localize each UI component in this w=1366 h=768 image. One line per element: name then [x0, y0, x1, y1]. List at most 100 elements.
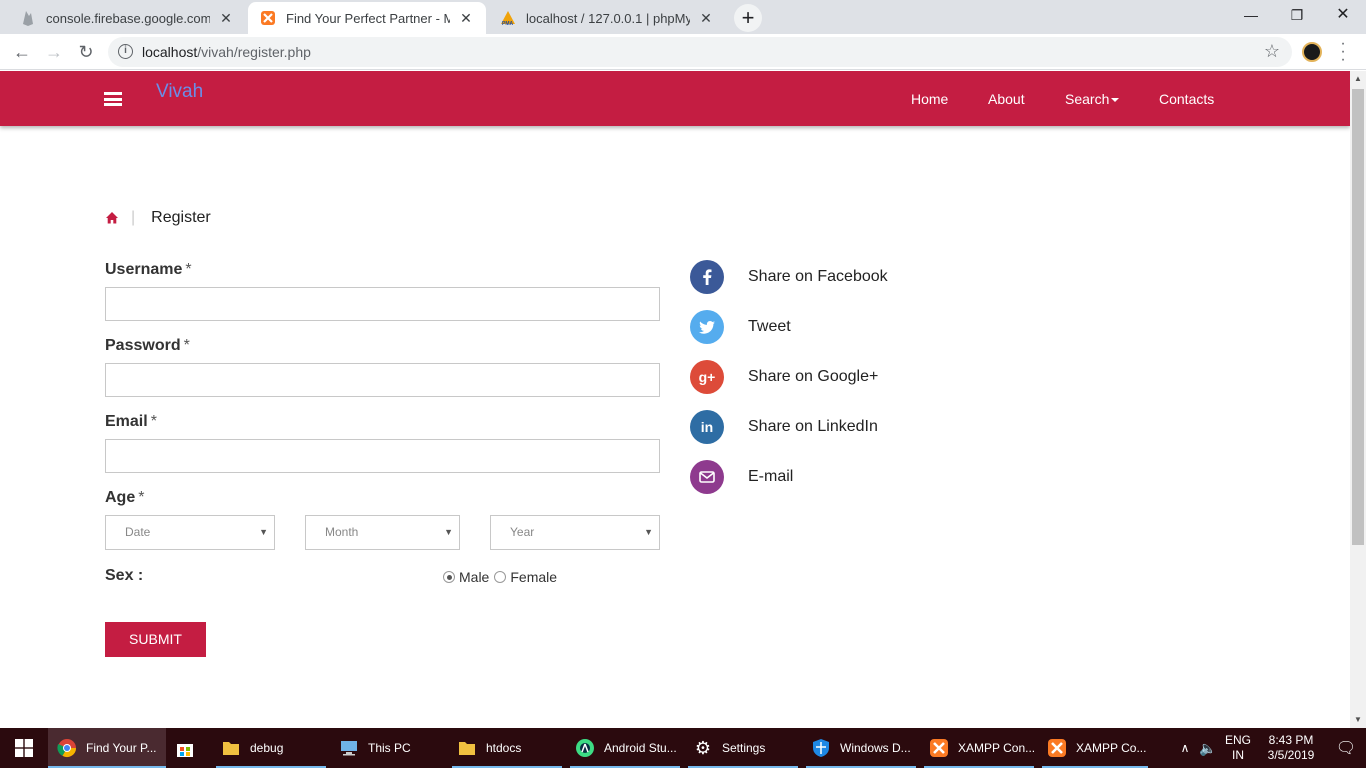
restore-icon[interactable]: ❐	[1274, 0, 1320, 30]
taskbar-this-pc[interactable]: This PC	[330, 728, 448, 768]
email-label: Email *	[105, 413, 157, 430]
hamburger-menu-icon[interactable]	[104, 92, 122, 106]
browser-tab-firebase[interactable]: console.firebase.google.com ✕	[8, 2, 246, 34]
taskbar-windows-defender[interactable]: Windows D...	[802, 728, 920, 768]
sex-radio-group: Male Female	[443, 569, 557, 585]
page-scrollbar[interactable]: ▲ ▼	[1350, 71, 1366, 728]
username-input[interactable]	[105, 287, 660, 321]
nav-home-link[interactable]: Home	[911, 91, 948, 107]
shield-icon	[810, 737, 832, 759]
folder-icon	[456, 737, 478, 759]
share-email-label: E-mail	[748, 468, 794, 485]
username-label: Username *	[105, 261, 192, 278]
share-facebook-label: Share on Facebook	[748, 268, 888, 285]
scroll-down-icon[interactable]: ▼	[1350, 712, 1366, 728]
taskbar-chrome[interactable]: Find Your P...	[48, 728, 166, 768]
new-tab-button[interactable]: +	[734, 4, 762, 32]
xampp-icon	[928, 737, 950, 759]
breadcrumb-separator: |	[131, 209, 136, 226]
male-radio-label[interactable]: Male	[459, 569, 489, 585]
taskbar-store[interactable]	[166, 728, 212, 768]
breadcrumb-current: Register	[151, 209, 211, 226]
windows-start-icon[interactable]	[0, 728, 48, 768]
phpmyadmin-favicon-icon: PMA	[500, 10, 516, 26]
tab-close-icon[interactable]: ✕	[698, 10, 714, 26]
close-window-icon[interactable]: ✕	[1320, 0, 1366, 30]
tray-chevron-icon[interactable]: ∧	[1174, 741, 1196, 755]
profile-avatar[interactable]	[1302, 42, 1322, 62]
dropdown-arrow-icon: ▼	[644, 527, 653, 537]
taskbar-xampp-1[interactable]: XAMPP Con...	[920, 728, 1038, 768]
store-icon	[174, 737, 196, 759]
email-icon	[690, 460, 724, 494]
submit-button[interactable]: SUBMIT	[105, 622, 206, 657]
page-viewport: Vivah Home About Search Contacts | Regis…	[0, 71, 1350, 728]
nav-about-link[interactable]: About	[988, 91, 1025, 107]
female-radio[interactable]	[494, 571, 507, 583]
site-brand-logo[interactable]: Vivah	[156, 81, 203, 103]
month-select[interactable]: Month ▼	[305, 515, 460, 550]
bookmark-star-icon[interactable]: ☆	[1264, 41, 1280, 62]
taskbar-xampp-2[interactable]: XAMPP Co...	[1038, 728, 1148, 768]
taskbar-settings[interactable]: ⚙ Settings	[684, 728, 802, 768]
forward-icon[interactable]: →	[40, 38, 68, 66]
share-linkedin-label: Share on LinkedIn	[748, 418, 878, 435]
home-icon[interactable]	[105, 211, 119, 225]
svg-text:PMA: PMA	[502, 21, 514, 26]
sex-label: Sex :	[105, 567, 144, 584]
taskbar-debug-folder[interactable]: debug	[212, 728, 330, 768]
windows-taskbar: Find Your P... debug This PC htdocs Andr…	[0, 728, 1366, 768]
password-input[interactable]	[105, 363, 660, 397]
browser-menu-icon[interactable]: · · ·	[1338, 36, 1348, 68]
tab-title: Find Your Perfect Partner - Matrim	[286, 10, 450, 26]
nav-search-dropdown[interactable]: Search	[1065, 91, 1120, 107]
back-icon[interactable]: ←	[8, 38, 36, 66]
language-indicator[interactable]: ENG IN	[1220, 733, 1256, 763]
male-radio[interactable]	[443, 571, 455, 583]
taskbar-clock[interactable]: 8:43 PM 3/5/2019	[1256, 733, 1326, 763]
tab-close-icon[interactable]: ✕	[458, 10, 474, 26]
dropdown-arrow-icon: ▼	[444, 527, 453, 537]
facebook-icon	[690, 260, 724, 294]
share-twitter[interactable]: Tweet	[690, 310, 791, 344]
scrollbar-thumb[interactable]	[1352, 89, 1364, 545]
date-select[interactable]: Date ▼	[105, 515, 275, 550]
computer-icon	[338, 737, 360, 759]
browser-tab-phpmyadmin[interactable]: PMA localhost / 127.0.0.1 | phpMyAdmin ✕	[488, 2, 726, 34]
xampp-icon	[1046, 737, 1068, 759]
site-info-icon[interactable]: i	[118, 44, 133, 59]
share-facebook[interactable]: Share on Facebook	[690, 260, 888, 294]
scroll-up-icon[interactable]: ▲	[1350, 71, 1366, 87]
dropdown-arrow-icon: ▼	[259, 527, 268, 537]
share-google-plus-label: Share on Google+	[748, 368, 879, 385]
site-navbar: Vivah Home About Search Contacts	[0, 71, 1350, 126]
volume-icon[interactable]: 🔈	[1196, 740, 1220, 757]
linkedin-icon: in	[690, 410, 724, 444]
browser-tab-strip: console.firebase.google.com ✕ Find Your …	[0, 0, 1366, 34]
system-tray: ∧ 🔈 ENG IN 8:43 PM 3/5/2019 🗨	[1174, 728, 1366, 768]
gear-icon: ⚙	[694, 737, 712, 758]
taskbar-android-studio[interactable]: Android Stu...	[566, 728, 684, 768]
address-bar[interactable]: i localhost/vivah/register.php ☆	[108, 37, 1292, 67]
age-label: Age *	[105, 489, 145, 506]
tab-title: console.firebase.google.com	[46, 10, 210, 26]
minimize-icon[interactable]: —	[1228, 0, 1274, 30]
password-label: Password *	[105, 337, 190, 354]
chrome-icon	[56, 737, 78, 759]
url-text: localhost/vivah/register.php	[142, 44, 311, 60]
firebase-favicon-icon	[20, 10, 36, 26]
reload-icon[interactable]: ↻	[72, 38, 100, 66]
tab-close-icon[interactable]: ✕	[218, 10, 234, 26]
caret-down-icon	[1111, 98, 1120, 103]
share-email[interactable]: E-mail	[690, 460, 793, 494]
notifications-icon[interactable]: 🗨	[1326, 738, 1366, 758]
browser-tab-vivah[interactable]: Find Your Perfect Partner - Matrim ✕	[248, 2, 486, 34]
nav-contacts-link[interactable]: Contacts	[1159, 91, 1214, 107]
female-radio-label[interactable]: Female	[510, 569, 557, 585]
android-studio-icon	[574, 737, 596, 759]
taskbar-htdocs-folder[interactable]: htdocs	[448, 728, 566, 768]
share-google-plus[interactable]: g+ Share on Google+	[690, 360, 878, 394]
share-linkedin[interactable]: in Share on LinkedIn	[690, 410, 878, 444]
email-input[interactable]	[105, 439, 660, 473]
year-select[interactable]: Year ▼	[490, 515, 660, 550]
